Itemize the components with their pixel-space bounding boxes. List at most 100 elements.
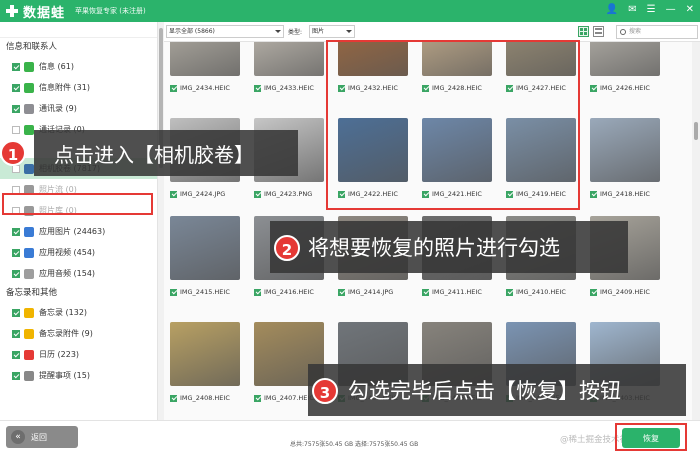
- sidebar-item[interactable]: 通讯录 (9): [0, 98, 157, 119]
- photo-checkbox[interactable]: [170, 394, 177, 402]
- callout-step-1-text: 点击进入【相机胶卷】: [54, 142, 254, 167]
- grid-view-icon[interactable]: [578, 26, 589, 37]
- step-3-badge: 3: [312, 378, 338, 404]
- photo-thumbnail[interactable]: [170, 42, 240, 76]
- checkbox[interactable]: [12, 248, 20, 257]
- back-button[interactable]: « 返回: [6, 426, 78, 448]
- app-subtitle: 苹果恢复专家 (未注册): [75, 7, 146, 15]
- photo-thumbnail[interactable]: [590, 118, 660, 182]
- message-icon[interactable]: ✉: [628, 4, 636, 15]
- sidebar-header: [0, 22, 157, 38]
- sidebar-item[interactable]: 应用视频 (454): [0, 242, 157, 263]
- category-icon: [24, 163, 34, 174]
- sidebar-item-label: 提醒事项 (15): [39, 371, 90, 380]
- photo-filename: IMG_2424.JPG: [180, 190, 226, 198]
- photo-thumbnail[interactable]: [590, 42, 660, 76]
- checkbox[interactable]: [12, 83, 20, 92]
- photo-filename: IMG_2426.HEIC: [600, 84, 650, 92]
- checkbox[interactable]: [12, 269, 20, 278]
- checkbox[interactable]: [12, 62, 20, 71]
- photo-checkbox[interactable]: [170, 84, 177, 92]
- search-icon: [620, 29, 626, 35]
- photo-caption: IMG_2418.HEIC: [590, 190, 674, 198]
- sidebar-item[interactable]: 信息附件 (31): [0, 77, 157, 98]
- category-icon: [24, 349, 34, 360]
- photo-caption: IMG_2411.HEIC: [422, 288, 506, 296]
- checkbox[interactable]: [12, 371, 20, 380]
- callout-step-3-text: 勾选完毕后点击【恢复】按钮: [348, 379, 621, 403]
- photo-filename: IMG_2414.JPG: [348, 288, 394, 296]
- selection-summary: 总共:7575张50.45 GB 选择:7575张50.45 GB: [290, 441, 419, 448]
- category-icon: [24, 268, 34, 279]
- sidebar-item[interactable]: 日历 (223): [0, 344, 157, 365]
- sidebar-item[interactable]: 备忘录 (132): [0, 302, 157, 323]
- sidebar-item[interactable]: 信息 (61): [0, 56, 157, 77]
- sidebar-item-label: 信息 (61): [39, 62, 74, 71]
- list-view-icon[interactable]: [593, 26, 604, 37]
- photo-caption: IMG_2415.HEIC: [170, 288, 254, 296]
- callout-step-2: 将想要恢复的照片进行勾选: [270, 221, 628, 273]
- photo-checkbox[interactable]: [170, 190, 177, 198]
- photo-filename: IMG_2433.HEIC: [264, 84, 314, 92]
- info-list: 信息 (61)信息附件 (31)通讯录 (9)通话记录 (0): [0, 56, 157, 140]
- photo-caption: IMG_2409.HEIC: [590, 288, 674, 296]
- photo-filename: IMG_2408.HEIC: [180, 394, 230, 402]
- category-icon: [24, 307, 34, 318]
- checkbox[interactable]: [12, 308, 20, 317]
- photo-checkbox[interactable]: [170, 288, 177, 296]
- photo-checkbox[interactable]: [338, 288, 345, 296]
- photo-checkbox[interactable]: [254, 84, 261, 92]
- photo-filename: IMG_2411.HEIC: [432, 288, 482, 296]
- grid-scroll-thumb[interactable]: [694, 122, 698, 140]
- search-input[interactable]: 搜索: [616, 25, 698, 39]
- category-icon: [24, 103, 34, 114]
- photo-checkbox[interactable]: [506, 288, 513, 296]
- chevron-down-icon: [346, 30, 352, 33]
- app-window: 数据蛙 苹果恢复专家 (未注册) 👤 ✉ ☰ — ✕ 信息和联系人 信息 (61…: [0, 0, 700, 454]
- checkbox[interactable]: [12, 125, 20, 134]
- user-icon[interactable]: 👤: [606, 4, 618, 15]
- sidebar-item[interactable]: 备忘录附件 (9): [0, 323, 157, 344]
- double-chevron-left-icon: «: [11, 430, 25, 444]
- title-bar: 数据蛙 苹果恢复专家 (未注册) 👤 ✉ ☰ — ✕: [0, 0, 700, 22]
- toolbar: 显示全部 (5866) 类型: 图片 搜索: [164, 22, 700, 42]
- notes-list: 备忘录 (132) 备忘录附件 (9) 日历 (223) 提醒事项 (15): [0, 302, 157, 386]
- minimize-button[interactable]: —: [666, 4, 676, 15]
- checkbox[interactable]: [12, 350, 20, 359]
- checkbox[interactable]: [12, 329, 20, 338]
- photo-checkbox[interactable]: [590, 84, 597, 92]
- photo-thumbnail[interactable]: [170, 322, 240, 386]
- photo-checkbox[interactable]: [590, 190, 597, 198]
- display-filter-value: 显示全部 (5866): [169, 28, 215, 35]
- photo-caption: IMG_2426.HEIC: [590, 84, 674, 92]
- sidebar-item-label: 信息附件 (31): [39, 83, 90, 92]
- close-button[interactable]: ✕: [686, 4, 694, 15]
- step-1-badge: 1: [0, 140, 26, 166]
- section-notes-other: 备忘录和其他: [6, 288, 58, 298]
- type-select[interactable]: 图片: [309, 25, 355, 38]
- photo-thumbnail[interactable]: [170, 216, 240, 280]
- photo-checkbox[interactable]: [254, 190, 261, 198]
- sidebar-item[interactable]: 应用音频 (154): [0, 263, 157, 284]
- sidebar-item-label: 备忘录附件 (9): [39, 329, 93, 338]
- sidebar: 信息和联系人 信息 (61)信息附件 (31)通讯录 (9)通话记录 (0) 媒…: [0, 22, 158, 420]
- plus-logo-icon: [6, 5, 18, 17]
- photo-thumbnail[interactable]: [254, 42, 324, 76]
- search-placeholder: 搜索: [629, 28, 642, 35]
- media-list: 相机胶卷 (7817)照片流 (0)照片库 (0)应用图片 (24463)应用视…: [0, 158, 157, 284]
- category-icon: [24, 124, 34, 135]
- display-filter-select[interactable]: 显示全部 (5866): [166, 25, 284, 38]
- grid-scrollbar[interactable]: [692, 42, 700, 420]
- menu-icon[interactable]: ☰: [647, 4, 656, 15]
- photo-checkbox[interactable]: [590, 288, 597, 296]
- photo-checkbox[interactable]: [422, 288, 429, 296]
- photo-checkbox[interactable]: [254, 288, 261, 296]
- callout-step-1: 点击进入【相机胶卷】: [34, 130, 298, 176]
- checkbox[interactable]: [12, 227, 20, 236]
- sidebar-item[interactable]: 应用图片 (24463): [0, 221, 157, 242]
- photo-caption: IMG_2410.HEIC: [506, 288, 590, 296]
- sidebar-item[interactable]: 提醒事项 (15): [0, 365, 157, 386]
- category-icon: [24, 226, 34, 237]
- checkbox[interactable]: [12, 104, 20, 113]
- photo-checkbox[interactable]: [254, 394, 261, 402]
